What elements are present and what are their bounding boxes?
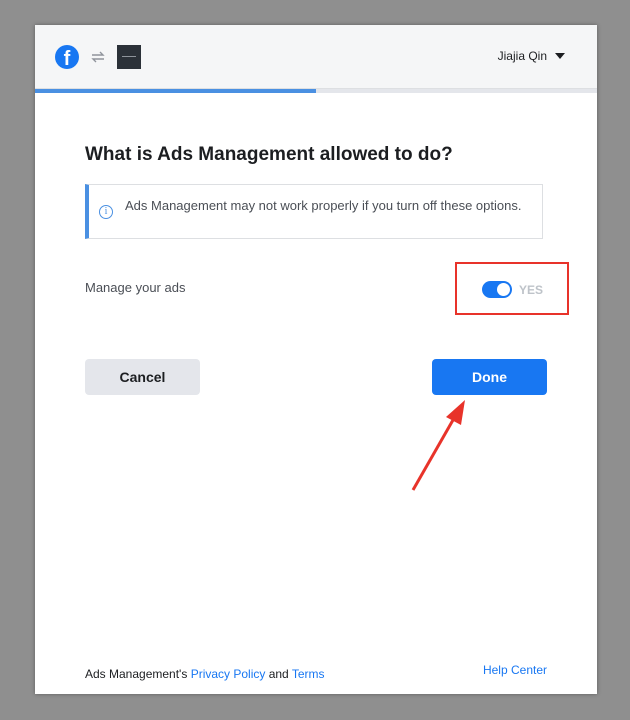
permissions-dialog: f Jiajia Qin What is Ads Management allo… <box>35 25 597 694</box>
progress-fill <box>35 89 316 93</box>
footer-legal: Ads Management's Privacy Policy and Term… <box>85 667 325 681</box>
footer-and: and <box>265 667 292 681</box>
annotation-arrow-icon <box>411 400 465 491</box>
annotation-highlight-box <box>455 262 569 315</box>
info-icon: i <box>99 205 113 219</box>
swap-arrows-icon <box>91 51 105 63</box>
cancel-button[interactable]: Cancel <box>85 359 200 395</box>
toggle-state-text: YES <box>519 283 544 297</box>
page-title: What is Ads Management allowed to do? <box>85 144 453 165</box>
info-notice: i Ads Management may not work properly i… <box>85 184 543 239</box>
privacy-policy-link[interactable]: Privacy Policy <box>191 667 266 681</box>
caret-down-icon <box>555 53 565 59</box>
dialog-header: f Jiajia Qin <box>35 25 597 89</box>
footer-prefix: Ads Management's <box>85 667 191 681</box>
progress-bar <box>35 89 597 93</box>
app-thumbnail-icon <box>117 45 141 69</box>
user-menu[interactable]: Jiajia Qin <box>498 49 565 63</box>
done-button[interactable]: Done <box>432 359 547 395</box>
facebook-logo-icon: f <box>55 45 79 69</box>
user-name: Jiajia Qin <box>497 49 547 63</box>
toggle-knob <box>497 283 510 296</box>
notice-text: Ads Management may not work properly if … <box>125 198 522 213</box>
help-center-link[interactable]: Help Center <box>483 663 547 677</box>
manage-ads-toggle[interactable] <box>482 281 512 298</box>
permission-label: Manage your ads <box>85 280 186 295</box>
terms-link[interactable]: Terms <box>292 667 325 681</box>
